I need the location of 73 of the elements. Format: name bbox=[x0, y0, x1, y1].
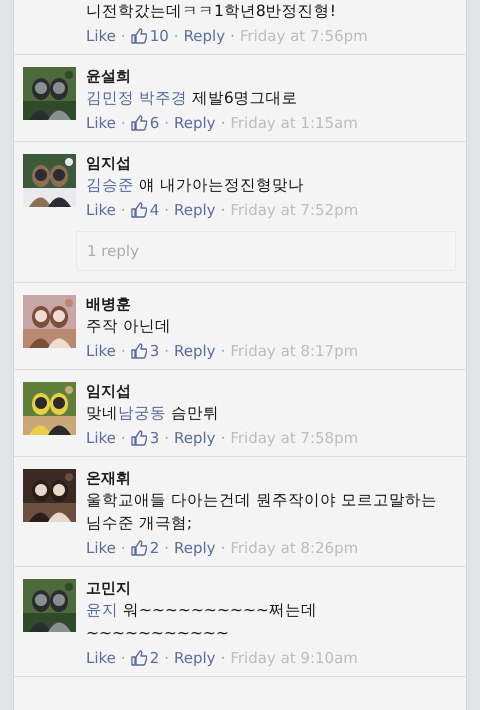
comment-text: 니전학갔는데ㅋㅋ1학년8반정진형! bbox=[86, 1, 337, 22]
separator-dot: · bbox=[120, 648, 126, 669]
mention-link[interactable]: 김승준 bbox=[86, 176, 134, 194]
separator-dot: · bbox=[120, 113, 126, 134]
separator-dot: · bbox=[120, 428, 126, 449]
thumbs-up-icon bbox=[130, 540, 147, 556]
timestamp: Friday at 9:10am bbox=[230, 648, 358, 669]
separator-dot: · bbox=[164, 428, 170, 449]
link-link[interactable]: Like bbox=[86, 199, 116, 221]
link-link[interactable]: Reply bbox=[174, 647, 216, 669]
separator-dot: · bbox=[164, 648, 170, 669]
timestamp: Friday at 8:17pm bbox=[230, 341, 358, 362]
thumbs-up-icon bbox=[130, 650, 147, 666]
separator-dot: · bbox=[220, 341, 226, 362]
like-count[interactable]: 6 bbox=[130, 112, 160, 134]
timestamp: Friday at 7:58pm bbox=[230, 428, 358, 449]
link-link[interactable]: Like bbox=[86, 112, 116, 134]
separator-dot: · bbox=[164, 341, 170, 362]
link-link[interactable]: Like bbox=[86, 25, 116, 47]
link-link[interactable]: Like bbox=[86, 340, 116, 362]
mention-link[interactable]: 김민정 박주경 bbox=[86, 89, 187, 107]
link-link[interactable]: Reply bbox=[174, 537, 216, 559]
mention-link[interactable]: 윤지 bbox=[86, 601, 118, 619]
like-count[interactable]: 3 bbox=[130, 340, 160, 362]
comment-text: 김민정 박주경 제발6명그대로 bbox=[86, 88, 299, 109]
separator-dot: · bbox=[220, 200, 226, 221]
separator-dot: · bbox=[220, 648, 226, 669]
like-count[interactable]: 2 bbox=[130, 537, 160, 559]
link-link[interactable]: Reply bbox=[184, 25, 226, 47]
thumbs-up-icon bbox=[130, 28, 147, 44]
separator-dot: · bbox=[164, 200, 170, 221]
link-link[interactable]: Reply bbox=[174, 427, 216, 449]
separator-dot: · bbox=[120, 538, 126, 559]
separator-dot: · bbox=[164, 538, 170, 559]
timestamp: Friday at 7:56pm bbox=[240, 26, 368, 47]
thumbs-up-icon bbox=[130, 202, 147, 218]
like-count[interactable]: 10 bbox=[130, 25, 169, 47]
like-count[interactable]: 3 bbox=[130, 427, 160, 449]
commenter-name[interactable]: 임지섭 bbox=[86, 380, 456, 402]
link-link[interactable]: Reply bbox=[174, 340, 216, 362]
separator-dot: · bbox=[120, 26, 126, 47]
timestamp: Friday at 1:15am bbox=[230, 113, 358, 134]
commenter-name[interactable]: 온재휘 bbox=[86, 467, 456, 489]
separator-dot: · bbox=[164, 113, 170, 134]
separator-dot: · bbox=[220, 538, 226, 559]
comment-text: 김승준 얘 내가아는정진형맞나 bbox=[86, 175, 305, 196]
commenter-name[interactable]: 고민지 bbox=[86, 577, 456, 599]
commenter-name[interactable]: 배병훈 bbox=[86, 293, 456, 315]
link-link[interactable]: Like bbox=[86, 427, 116, 449]
thumbs-up-icon bbox=[130, 343, 147, 359]
separator-dot: · bbox=[174, 26, 179, 47]
link-link[interactable]: Like bbox=[86, 537, 116, 559]
like-count[interactable]: 4 bbox=[130, 199, 160, 221]
link-link[interactable]: Like bbox=[86, 647, 116, 669]
link-link[interactable]: Reply bbox=[174, 112, 216, 134]
commenter-name[interactable]: 윤설희 bbox=[86, 65, 456, 87]
separator-dot: · bbox=[220, 113, 226, 134]
comment-text: 맞네 남궁동 슴만튀 bbox=[86, 403, 220, 424]
comment-text: 윤지 워~~~~~~~~~~쩌는데~~~~~~~~~~~ bbox=[86, 600, 318, 644]
thumbs-up-icon bbox=[130, 430, 147, 446]
comment-text: 울학교애들 다아는건데 뭔주작이야 모르고말하는 님수준 개극혐; bbox=[86, 490, 438, 534]
separator-dot: · bbox=[230, 26, 235, 47]
commenter-name[interactable]: 임지섭 bbox=[86, 152, 456, 174]
separator-dot: · bbox=[120, 341, 126, 362]
timestamp: Friday at 8:26pm bbox=[230, 538, 358, 559]
comment-text: 주작 아닌데 bbox=[86, 316, 172, 337]
link-link[interactable]: Reply bbox=[174, 199, 216, 221]
separator-dot: · bbox=[220, 428, 226, 449]
timestamp: Friday at 7:52pm bbox=[230, 200, 358, 221]
like-count[interactable]: 2 bbox=[130, 647, 160, 669]
thumbs-up-icon bbox=[130, 115, 147, 131]
mention-link[interactable]: 남궁동 bbox=[118, 404, 166, 422]
separator-dot: · bbox=[120, 200, 126, 221]
